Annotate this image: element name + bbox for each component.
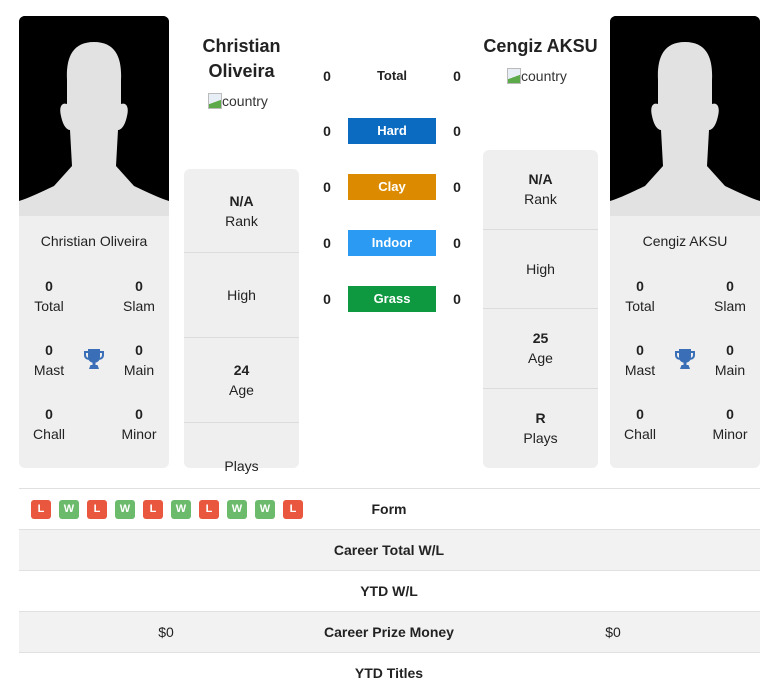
trophy-icon [84,349,104,369]
h2h-hard-p2: 0 [453,123,461,139]
player2-rank: N/A Rank [483,150,598,230]
player1-titles-mast: 0 Mast [33,342,65,378]
player-silhouette-icon [19,16,169,216]
player1-titles-card: Christian Oliveira 0 Total 0 Slam 0 Mast 0M… [19,216,169,468]
player1-titles-minor: 0 Minor [121,406,157,442]
h2h-grass-row: 0 Grass 0 [310,286,470,312]
form-badge-win: W [227,499,247,519]
h2h-clay-p1: 0 [323,179,331,195]
ytd-wl-row: YTD W/L [19,570,760,611]
prize-money-p2: $0 [605,624,621,640]
player2-country-flag: country [507,68,567,84]
player2-titles-minor: 0 Minor [712,406,748,442]
h2h-total-label: Total [376,68,408,83]
surface-clay-badge[interactable]: Clay [348,174,436,200]
form-badge-win: W [59,499,79,519]
career-wl-row: Career Total W/L [19,529,760,570]
player-silhouette-icon [610,16,760,216]
surface-indoor-badge[interactable]: Indoor [348,230,436,256]
player2-photo [610,16,760,216]
player1-photo [19,16,169,216]
h2h-clay-row: 0 Clay 0 [310,174,470,200]
player2-high: High [483,230,598,309]
player1-card-name[interactable]: Christian Oliveira [19,233,169,249]
player2-card-name[interactable]: Cengiz AKSU [610,233,760,249]
form-row: L W L W L W L W W L Form [19,488,760,529]
player1-stats-card: N/A Rank High 24 Age Plays [184,169,299,474]
form-badge-loss: L [199,499,219,519]
h2h-grass-p1: 0 [323,291,331,307]
player2-plays: R Plays [523,410,558,447]
form-badge-win: W [171,499,191,519]
player1-titles-chall: 0 Chall [33,406,65,442]
ytd-titles-label: YTD Titles [354,665,424,681]
player2-age: 25 Age [483,309,598,389]
form-badges: L W L W L W L W W L [31,499,303,519]
surface-hard-badge[interactable]: Hard [348,118,436,144]
h2h-total-p2: 0 [453,68,461,84]
player1-high: High [184,253,299,338]
h2h-hard-p1: 0 [323,123,331,139]
h2h-clay-p2: 0 [453,179,461,195]
ytd-wl-label: YTD W/L [360,583,418,599]
player1-titles-slam: 0 Slam [123,278,155,314]
form-badge-loss: L [31,499,51,519]
player1-country-flag: country [208,93,268,109]
player1-titles-main: 0 Main [123,342,155,378]
broken-image-icon [507,68,521,84]
broken-image-icon [208,93,222,109]
h2h-grass-p2: 0 [453,291,461,307]
prize-money-row: $0 Career Prize Money $0 [19,611,760,652]
form-label: Form [371,501,407,517]
player2-name-heading[interactable]: Cengiz AKSU [482,34,599,59]
player1-age: 24 Age [184,338,299,423]
career-wl-label: Career Total W/L [333,542,445,558]
form-badge-loss: L [87,499,107,519]
player2-titles-main: 0 Main [714,342,746,378]
h2h-indoor-row: 0 Indoor 0 [310,230,470,256]
h2h-total-row: 0 Total 0 [310,63,470,89]
form-badge-loss: L [143,499,163,519]
h2h-total-p1: 0 [323,68,331,84]
player2-titles-card: Cengiz AKSU 0 Total 0 Slam 0 Mast 0 Main 0 Ch… [610,216,760,468]
prize-money-p1: $0 [158,624,174,640]
form-badge-win: W [255,499,275,519]
player1-rank: N/A Rank [184,169,299,253]
prize-money-label: Career Prize Money [324,624,454,640]
player2-stats-card: N/A Rank High 25 Age R Plays [483,150,598,468]
player2-titles-slam: 0 Slam [714,278,746,314]
comparison-table: L W L W L W L W W L Form Career Total W/… [19,488,760,693]
player2-titles-chall: 0 Chall [624,406,656,442]
h2h-indoor-p2: 0 [453,235,461,251]
player2-titles-mast: 0 Mast [624,342,656,378]
player1-titles-total: 0 Total [34,278,64,314]
ytd-titles-row: YTD Titles [19,652,760,693]
form-badge-win: W [115,499,135,519]
player2-titles-total: 0 Total [625,278,655,314]
player1-name-heading[interactable]: Christian Oliveira [184,34,299,84]
surface-grass-badge[interactable]: Grass [348,286,436,312]
h2h-indoor-p1: 0 [323,235,331,251]
trophy-icon [675,349,695,369]
h2h-hard-row: 0 Hard 0 [310,118,470,144]
